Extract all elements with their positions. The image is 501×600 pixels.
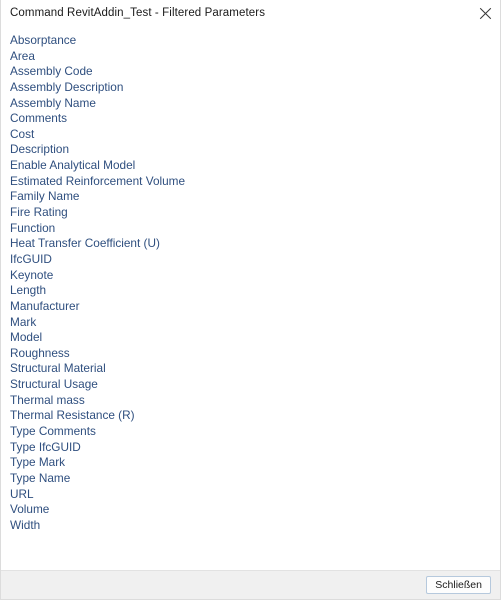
list-item[interactable]: Structural Usage: [10, 377, 500, 393]
list-item[interactable]: Roughness: [10, 346, 500, 362]
list-item[interactable]: Comments: [10, 111, 500, 127]
list-item[interactable]: URL: [10, 487, 500, 503]
list-item[interactable]: Type IfcGUID: [10, 440, 500, 456]
parameter-list-panel: Absorptance Area Assembly Code Assembly …: [1, 26, 500, 570]
list-item[interactable]: Assembly Description: [10, 80, 500, 96]
close-icon[interactable]: [470, 0, 500, 26]
list-item[interactable]: Keynote: [10, 268, 500, 284]
list-item[interactable]: Manufacturer: [10, 299, 500, 315]
list-item[interactable]: Mark: [10, 315, 500, 331]
list-item[interactable]: Volume: [10, 502, 500, 518]
list-item[interactable]: Fire Rating: [10, 205, 500, 221]
title-bar: Command RevitAddin_Test - Filtered Param…: [1, 0, 500, 26]
dialog-window: Command RevitAddin_Test - Filtered Param…: [0, 0, 501, 600]
close-button[interactable]: Schließen: [426, 576, 491, 594]
dialog-footer: Schließen: [1, 570, 500, 599]
list-item[interactable]: Function: [10, 221, 500, 237]
list-item[interactable]: Absorptance: [10, 33, 500, 49]
list-item[interactable]: Cost: [10, 127, 500, 143]
list-item[interactable]: Family Name: [10, 189, 500, 205]
list-item[interactable]: Model: [10, 330, 500, 346]
list-item[interactable]: Assembly Name: [10, 96, 500, 112]
list-item[interactable]: Estimated Reinforcement Volume: [10, 174, 500, 190]
list-item[interactable]: Type Name: [10, 471, 500, 487]
list-item[interactable]: Assembly Code: [10, 64, 500, 80]
list-item[interactable]: Enable Analytical Model: [10, 158, 500, 174]
list-item[interactable]: Thermal mass: [10, 393, 500, 409]
parameter-list: Absorptance Area Assembly Code Assembly …: [10, 33, 500, 534]
window-title: Command RevitAddin_Test - Filtered Param…: [10, 7, 266, 19]
list-item[interactable]: IfcGUID: [10, 252, 500, 268]
list-item[interactable]: Thermal Resistance (R): [10, 408, 500, 424]
list-item[interactable]: Heat Transfer Coefficient (U): [10, 236, 500, 252]
list-item[interactable]: Length: [10, 283, 500, 299]
list-item[interactable]: Description: [10, 142, 500, 158]
list-item[interactable]: Type Comments: [10, 424, 500, 440]
list-item[interactable]: Width: [10, 518, 500, 534]
list-item[interactable]: Structural Material: [10, 361, 500, 377]
list-item[interactable]: Type Mark: [10, 455, 500, 471]
list-item[interactable]: Area: [10, 49, 500, 65]
